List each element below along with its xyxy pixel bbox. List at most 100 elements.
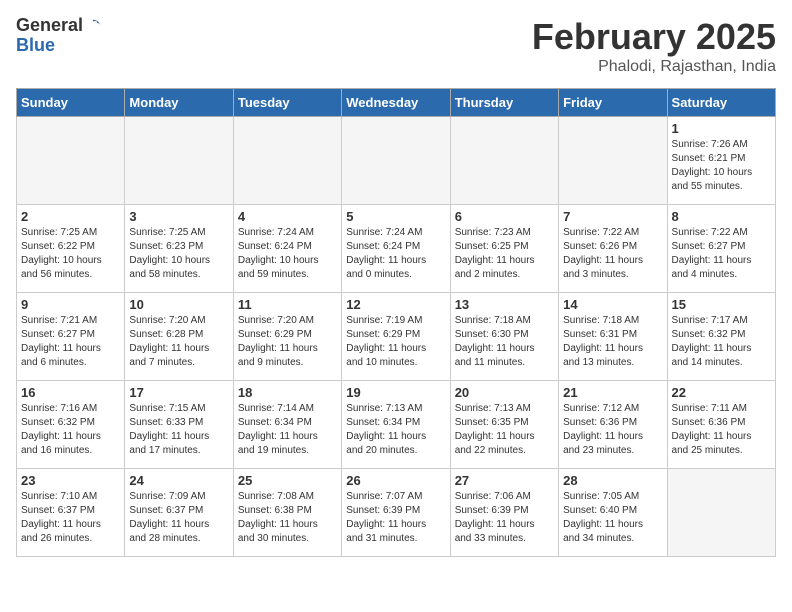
logo-bird-icon (84, 17, 102, 35)
calendar-cell: 14 Sunrise: 7:18 AM Sunset: 6:31 PM Dayli… (559, 293, 667, 381)
day-number: 25 (238, 473, 337, 488)
calendar-cell: 21 Sunrise: 7:12 AM Sunset: 6:36 PM Dayli… (559, 381, 667, 469)
calendar-cell: 20 Sunrise: 7:13 AM Sunset: 6:35 PM Dayli… (450, 381, 558, 469)
calendar-cell: 17 Sunrise: 7:15 AM Sunset: 6:33 PM Dayli… (125, 381, 233, 469)
day-info: Sunrise: 7:12 AM Sunset: 6:36 PM Dayligh… (563, 402, 662, 458)
day-info: Sunrise: 7:10 AM Sunset: 6:37 PM Dayligh… (21, 490, 120, 546)
header-sunday: Sunday (17, 89, 125, 117)
day-number: 20 (455, 385, 554, 400)
day-info: Sunrise: 7:22 AM Sunset: 6:27 PM Dayligh… (672, 226, 771, 282)
calendar-body: 1 Sunrise: 7:26 AM Sunset: 6:21 PM Daylig… (17, 117, 776, 557)
day-number: 4 (238, 209, 337, 224)
logo-text: General Blue (16, 16, 103, 56)
day-info: Sunrise: 7:20 AM Sunset: 6:28 PM Dayligh… (129, 314, 228, 370)
calendar-cell: 3Sunrise: 7:25 AM Sunset: 6:23 PM Daylig… (125, 205, 233, 293)
calendar-week-2: 2 Sunrise: 7:25 AM Sunset: 6:22 PM Daylig… (17, 205, 776, 293)
day-info: Sunrise: 7:13 AM Sunset: 6:34 PM Dayligh… (346, 402, 445, 458)
calendar-cell: 22Sunrise: 7:11 AM Sunset: 6:36 PM Dayli… (667, 381, 775, 469)
day-number: 22 (672, 385, 771, 400)
day-info: Sunrise: 7:24 AM Sunset: 6:24 PM Dayligh… (238, 226, 337, 282)
calendar-cell: 4 Sunrise: 7:24 AM Sunset: 6:24 PM Daylig… (233, 205, 341, 293)
day-info: Sunrise: 7:09 AM Sunset: 6:37 PM Dayligh… (129, 490, 228, 546)
day-info: Sunrise: 7:25 AM Sunset: 6:22 PM Dayligh… (21, 226, 120, 282)
calendar-cell (450, 117, 558, 205)
day-info: Sunrise: 7:19 AM Sunset: 6:29 PM Dayligh… (346, 314, 445, 370)
header-thursday: Thursday (450, 89, 558, 117)
day-info: Sunrise: 7:21 AM Sunset: 6:27 PM Dayligh… (21, 314, 120, 370)
day-info: Sunrise: 7:13 AM Sunset: 6:35 PM Dayligh… (455, 402, 554, 458)
logo-blue: Blue (16, 35, 55, 55)
day-number: 17 (129, 385, 228, 400)
day-number: 18 (238, 385, 337, 400)
day-info: Sunrise: 7:18 AM Sunset: 6:31 PM Dayligh… (563, 314, 662, 370)
day-info: Sunrise: 7:15 AM Sunset: 6:33 PM Dayligh… (129, 402, 228, 458)
day-info: Sunrise: 7:18 AM Sunset: 6:30 PM Dayligh… (455, 314, 554, 370)
header-saturday: Saturday (667, 89, 775, 117)
calendar-cell: 18 Sunrise: 7:14 AM Sunset: 6:34 PM Dayli… (233, 381, 341, 469)
calendar-week-3: 9 Sunrise: 7:21 AM Sunset: 6:27 PM Daylig… (17, 293, 776, 381)
calendar-cell: 25 Sunrise: 7:08 AM Sunset: 6:38 PM Dayli… (233, 469, 341, 557)
calendar-cell: 1 Sunrise: 7:26 AM Sunset: 6:21 PM Daylig… (667, 117, 775, 205)
day-number: 1 (672, 121, 771, 136)
location: Phalodi, Rajasthan, India (532, 58, 776, 76)
calendar-cell (342, 117, 450, 205)
day-number: 8 (672, 209, 771, 224)
day-info: Sunrise: 7:26 AM Sunset: 6:21 PM Dayligh… (672, 138, 771, 194)
day-info: Sunrise: 7:06 AM Sunset: 6:39 PM Dayligh… (455, 490, 554, 546)
day-number: 5 (346, 209, 445, 224)
calendar-header-row: SundayMondayTuesdayWednesdayThursdayFrid… (17, 89, 776, 117)
logo-general: General (16, 15, 83, 35)
calendar-cell: 2 Sunrise: 7:25 AM Sunset: 6:22 PM Daylig… (17, 205, 125, 293)
calendar-cell (125, 117, 233, 205)
day-number: 13 (455, 297, 554, 312)
calendar-week-5: 23 Sunrise: 7:10 AM Sunset: 6:37 PM Dayli… (17, 469, 776, 557)
day-info: Sunrise: 7:08 AM Sunset: 6:38 PM Dayligh… (238, 490, 337, 546)
day-number: 21 (563, 385, 662, 400)
calendar-cell: 7Sunrise: 7:22 AM Sunset: 6:26 PM Daylig… (559, 205, 667, 293)
title-block: February 2025 Phalodi, Rajasthan, India (532, 16, 776, 76)
day-number: 28 (563, 473, 662, 488)
day-number: 7 (563, 209, 662, 224)
calendar-cell: 26 Sunrise: 7:07 AM Sunset: 6:39 PM Dayli… (342, 469, 450, 557)
day-number: 3 (129, 209, 228, 224)
calendar-cell: 9 Sunrise: 7:21 AM Sunset: 6:27 PM Daylig… (17, 293, 125, 381)
calendar-cell: 28 Sunrise: 7:05 AM Sunset: 6:40 PM Dayli… (559, 469, 667, 557)
day-info: Sunrise: 7:23 AM Sunset: 6:25 PM Dayligh… (455, 226, 554, 282)
day-info: Sunrise: 7:14 AM Sunset: 6:34 PM Dayligh… (238, 402, 337, 458)
day-number: 12 (346, 297, 445, 312)
calendar-cell: 24 Sunrise: 7:09 AM Sunset: 6:37 PM Dayli… (125, 469, 233, 557)
calendar-cell: 19Sunrise: 7:13 AM Sunset: 6:34 PM Dayli… (342, 381, 450, 469)
header-tuesday: Tuesday (233, 89, 341, 117)
day-number: 9 (21, 297, 120, 312)
calendar-cell: 10Sunrise: 7:20 AM Sunset: 6:28 PM Dayli… (125, 293, 233, 381)
day-info: Sunrise: 7:07 AM Sunset: 6:39 PM Dayligh… (346, 490, 445, 546)
calendar-cell: 16 Sunrise: 7:16 AM Sunset: 6:32 PM Dayli… (17, 381, 125, 469)
header-monday: Monday (125, 89, 233, 117)
day-info: Sunrise: 7:24 AM Sunset: 6:24 PM Dayligh… (346, 226, 445, 282)
calendar-cell: 12 Sunrise: 7:19 AM Sunset: 6:29 PM Dayli… (342, 293, 450, 381)
day-number: 16 (21, 385, 120, 400)
calendar-cell: 11Sunrise: 7:20 AM Sunset: 6:29 PM Dayli… (233, 293, 341, 381)
day-number: 14 (563, 297, 662, 312)
calendar-cell: 5 Sunrise: 7:24 AM Sunset: 6:24 PM Daylig… (342, 205, 450, 293)
calendar-cell: 15Sunrise: 7:17 AM Sunset: 6:32 PM Dayli… (667, 293, 775, 381)
calendar-cell (233, 117, 341, 205)
month-title: February 2025 (532, 16, 776, 58)
day-info: Sunrise: 7:05 AM Sunset: 6:40 PM Dayligh… (563, 490, 662, 546)
calendar-cell (667, 469, 775, 557)
day-number: 27 (455, 473, 554, 488)
header-wednesday: Wednesday (342, 89, 450, 117)
day-number: 6 (455, 209, 554, 224)
calendar-week-4: 16 Sunrise: 7:16 AM Sunset: 6:32 PM Dayli… (17, 381, 776, 469)
calendar-cell: 8 Sunrise: 7:22 AM Sunset: 6:27 PM Daylig… (667, 205, 775, 293)
day-number: 26 (346, 473, 445, 488)
day-info: Sunrise: 7:20 AM Sunset: 6:29 PM Dayligh… (238, 314, 337, 370)
calendar-cell: 6 Sunrise: 7:23 AM Sunset: 6:25 PM Daylig… (450, 205, 558, 293)
header-friday: Friday (559, 89, 667, 117)
calendar-week-1: 1 Sunrise: 7:26 AM Sunset: 6:21 PM Daylig… (17, 117, 776, 205)
day-number: 2 (21, 209, 120, 224)
day-info: Sunrise: 7:16 AM Sunset: 6:32 PM Dayligh… (21, 402, 120, 458)
day-number: 23 (21, 473, 120, 488)
calendar-table: SundayMondayTuesdayWednesdayThursdayFrid… (16, 88, 776, 557)
day-number: 24 (129, 473, 228, 488)
